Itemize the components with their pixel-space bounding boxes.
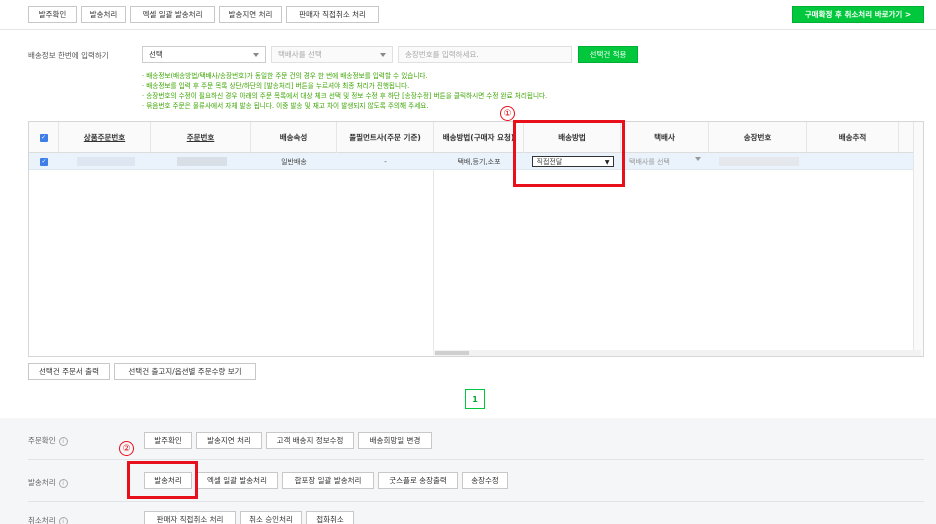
- bulk-input-label: 배송정보 한번에 입력하기: [28, 51, 109, 60]
- checkbox-checked-icon: ✓: [39, 133, 48, 142]
- checkbox-checked-icon: ✓: [40, 157, 48, 166]
- chevron-down-icon: [253, 53, 259, 57]
- purchase-confirm-cancel-link-button[interactable]: 구매확정 후 취소처리 바로가기 >: [792, 6, 924, 23]
- tracking-placeholder: 송장번호를 입력하세요.: [405, 50, 479, 59]
- seller-cancel-button[interactable]: 판매자 직접취소 처리: [286, 6, 379, 23]
- horizontal-scrollbar[interactable]: [433, 350, 921, 356]
- annotation-box-1: [513, 120, 625, 187]
- fulfillment-cell: -: [384, 157, 387, 166]
- header-requested-method: 배송방법(구매자 요청): [434, 122, 524, 153]
- header-delivery-attr: 배송속성: [251, 122, 337, 153]
- seller-cancel-button-lower[interactable]: 판매자 직접취소 처리: [144, 511, 236, 524]
- annotation-marker-2: ②: [119, 441, 134, 456]
- requested-method-cell: 택배,등기,소포: [457, 157, 501, 166]
- header-fulfillment: 풀필먼트사(주문 기준): [337, 122, 434, 153]
- notice-item: · 배송정보를 입력 후 주문 목록 상단/하단의 [발송처리] 버튼을 누르셔…: [142, 82, 410, 90]
- top-toolbar: 발주확인 발송처리 엑셀 일괄 발송처리 발송지연 처리 판매자 직접취소 처리…: [0, 0, 936, 30]
- vertical-scrollbar[interactable]: [913, 122, 923, 356]
- tracking-no-cell[interactable]: [719, 153, 799, 170]
- redacted-value: [177, 157, 227, 166]
- bulk-courier-select[interactable]: 택배사를 선택: [271, 46, 393, 63]
- excel-bulk-dispatch-button[interactable]: 엑셀 일괄 발송처리: [130, 6, 215, 23]
- edit-tracking-button[interactable]: 송장수정: [462, 472, 508, 489]
- section-divider: [28, 459, 924, 460]
- notice-item: · 배송정보(배송방법/택배사/송장번호)가 동일한 주문 건의 경우 한 번에…: [142, 72, 428, 80]
- edit-address-button[interactable]: 고객 배송지 정보수정: [266, 432, 354, 449]
- chevron-down-icon: [695, 157, 701, 161]
- apply-selected-button[interactable]: 선택건 적용: [578, 46, 638, 63]
- grid-header: ✓ 상품주문번호 주문번호 배송속성 풀필먼트사(주문 기준) 배송방법(구매자…: [29, 122, 923, 153]
- delivery-attr-cell: 일반배송: [281, 157, 307, 166]
- info-icon[interactable]: i: [58, 436, 68, 446]
- page-1-button[interactable]: 1: [465, 389, 485, 409]
- dispatch-delay-button-lower[interactable]: 발송지연 처리: [196, 432, 262, 449]
- notice-list: · 배송정보(배송방법/택배사/송장번호)가 동일한 주문 건의 경우 한 번에…: [142, 71, 547, 111]
- dispatch-delay-button[interactable]: 발송지연 처리: [219, 6, 282, 23]
- bulk-method-value: 선택: [149, 50, 163, 59]
- section-title-text: 주문확인: [28, 436, 56, 445]
- header-tracking: 배송추적: [807, 122, 899, 153]
- bulk-method-select[interactable]: 선택: [142, 46, 266, 63]
- tracking-number-input[interactable]: 송장번호를 입력하세요.: [398, 46, 572, 63]
- order-no-cell: [177, 153, 227, 170]
- confirm-order-button-lower[interactable]: 발주확인: [144, 432, 192, 449]
- column-divider: [433, 170, 434, 350]
- info-icon[interactable]: i: [58, 516, 68, 524]
- section-title-text: 취소처리: [28, 516, 56, 524]
- tracking-input[interactable]: [719, 157, 799, 166]
- combined-package-dispatch-button[interactable]: 합포장 일괄 발송처리: [282, 472, 374, 489]
- courier-value: 택배사를 선택: [629, 157, 670, 166]
- annotation-box-2: [127, 461, 198, 499]
- scrollbar-thumb[interactable]: [435, 351, 469, 355]
- header-label: 상품주문번호: [83, 133, 126, 142]
- confirm-order-button[interactable]: 발주확인: [28, 6, 77, 23]
- notice-item: · 송장번호의 수정이 필요하신 경우 아래의 주문 목록에서 대상 체크 선택…: [142, 92, 548, 100]
- section-title-dispatch: 발송처리 i: [28, 477, 68, 488]
- header-courier: 택배사: [621, 122, 709, 153]
- header-label: 주문번호: [186, 133, 215, 142]
- section-title-text: 발송처리: [28, 478, 56, 487]
- order-grid: ✓ 상품주문번호 주문번호 배송속성 풀필먼트사(주문 기준) 배송방법(구매자…: [28, 121, 924, 357]
- table-row[interactable]: ✓ 일반배송 - 택배,등기,소포 직접전달 ▼ 택배사를 선택: [29, 153, 923, 170]
- redacted-value: [77, 157, 135, 166]
- notice-item: · 묶음번호 주문은 물류사에서 자체 발송 됩니다. 이중 발송 및 재고 차…: [142, 102, 429, 110]
- chevron-down-icon: [380, 53, 386, 57]
- bulk-courier-value: 택배사를 선택: [278, 50, 322, 59]
- header-select-all[interactable]: ✓: [29, 122, 59, 153]
- header-order-no[interactable]: 주문번호: [151, 122, 251, 153]
- excel-bulk-dispatch-button-lower[interactable]: 엑셀 일괄 발송처리: [196, 472, 278, 489]
- product-order-no-cell: [77, 153, 135, 170]
- section-title-confirm: 주문확인 i: [28, 435, 68, 446]
- print-selected-orders-button[interactable]: 선택건 주문서 출력: [28, 363, 110, 380]
- header-product-order-no[interactable]: 상품주문번호: [59, 122, 151, 153]
- section-divider: [28, 501, 924, 502]
- view-option-quantity-button[interactable]: 선택건 출고지/옵션별 주문수량 보기: [114, 363, 256, 380]
- info-icon[interactable]: i: [58, 478, 68, 488]
- dispatch-button[interactable]: 발송처리: [81, 6, 126, 23]
- row-checkbox[interactable]: ✓: [29, 153, 59, 170]
- section-title-cancel: 취소처리 i: [28, 515, 68, 524]
- goodsflow-print-button[interactable]: 굿스플로 송장출력: [378, 472, 458, 489]
- reject-cancel-button[interactable]: 접화취소: [306, 511, 354, 524]
- courier-cell[interactable]: 택배사를 선택: [621, 153, 709, 170]
- annotation-marker-1: ①: [500, 106, 515, 121]
- header-tracking-no: 송장번호: [709, 122, 807, 153]
- approve-cancel-button[interactable]: 취소 승인처리: [240, 511, 302, 524]
- change-delivery-date-button[interactable]: 배송희망일 변경: [358, 432, 432, 449]
